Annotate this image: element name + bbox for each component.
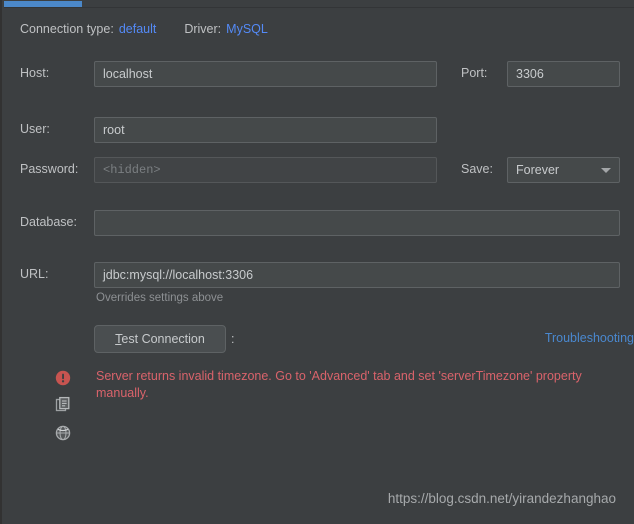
port-input[interactable]: 3306 [507, 61, 620, 87]
driver-label: Driver: [184, 22, 222, 36]
save-dropdown-value: Forever [516, 163, 560, 177]
test-connection-button[interactable]: Test Connection [94, 325, 226, 353]
user-row: User: root [2, 117, 634, 143]
database-input[interactable] [94, 210, 620, 236]
host-input[interactable]: localhost [94, 61, 437, 87]
host-row: Host: localhost Port: 3306 [2, 61, 634, 87]
connection-error-message: Server returns invalid timezone. Go to '… [96, 369, 582, 400]
url-hint: Overrides settings above [96, 292, 224, 304]
copy-icon[interactable] [54, 396, 72, 414]
password-label: Password: [20, 162, 79, 176]
database-row: Database: [2, 210, 634, 236]
user-input[interactable]: root [94, 117, 437, 143]
password-input[interactable]: <hidden> [94, 157, 437, 183]
host-label: Host: [20, 66, 50, 80]
troubleshooting-link[interactable]: Troubleshooting [545, 331, 634, 345]
save-label: Save: [461, 162, 493, 176]
watermark-text: https://blog.csdn.net/yirandezhanghao [387, 491, 616, 506]
error-icon [54, 369, 72, 387]
password-row: Password: <hidden> Save: Forever [2, 157, 634, 183]
test-connection-label: est Connection [121, 332, 205, 346]
globe-icon[interactable] [54, 424, 72, 442]
url-label: URL: [20, 267, 49, 281]
connection-type-label: Connection type: [20, 22, 114, 36]
save-dropdown[interactable]: Forever [507, 157, 620, 183]
url-input[interactable]: jdbc:mysql://localhost:3306 [94, 262, 620, 288]
driver-value-link[interactable]: MySQL [226, 22, 268, 36]
connection-settings-panel: Connection type: default Driver: MySQL H… [0, 0, 634, 524]
connection-header: Connection type: default Driver: MySQL [20, 22, 268, 36]
url-row: URL: jdbc:mysql://localhost:3306 [2, 262, 634, 288]
user-label: User: [20, 122, 50, 136]
database-label: Database: [20, 215, 77, 229]
connection-type-value-link[interactable]: default [119, 22, 157, 36]
test-connection-separator: : [231, 332, 235, 346]
port-label: Port: [461, 66, 488, 80]
chevron-down-icon [601, 168, 611, 173]
header-divider [4, 7, 634, 8]
